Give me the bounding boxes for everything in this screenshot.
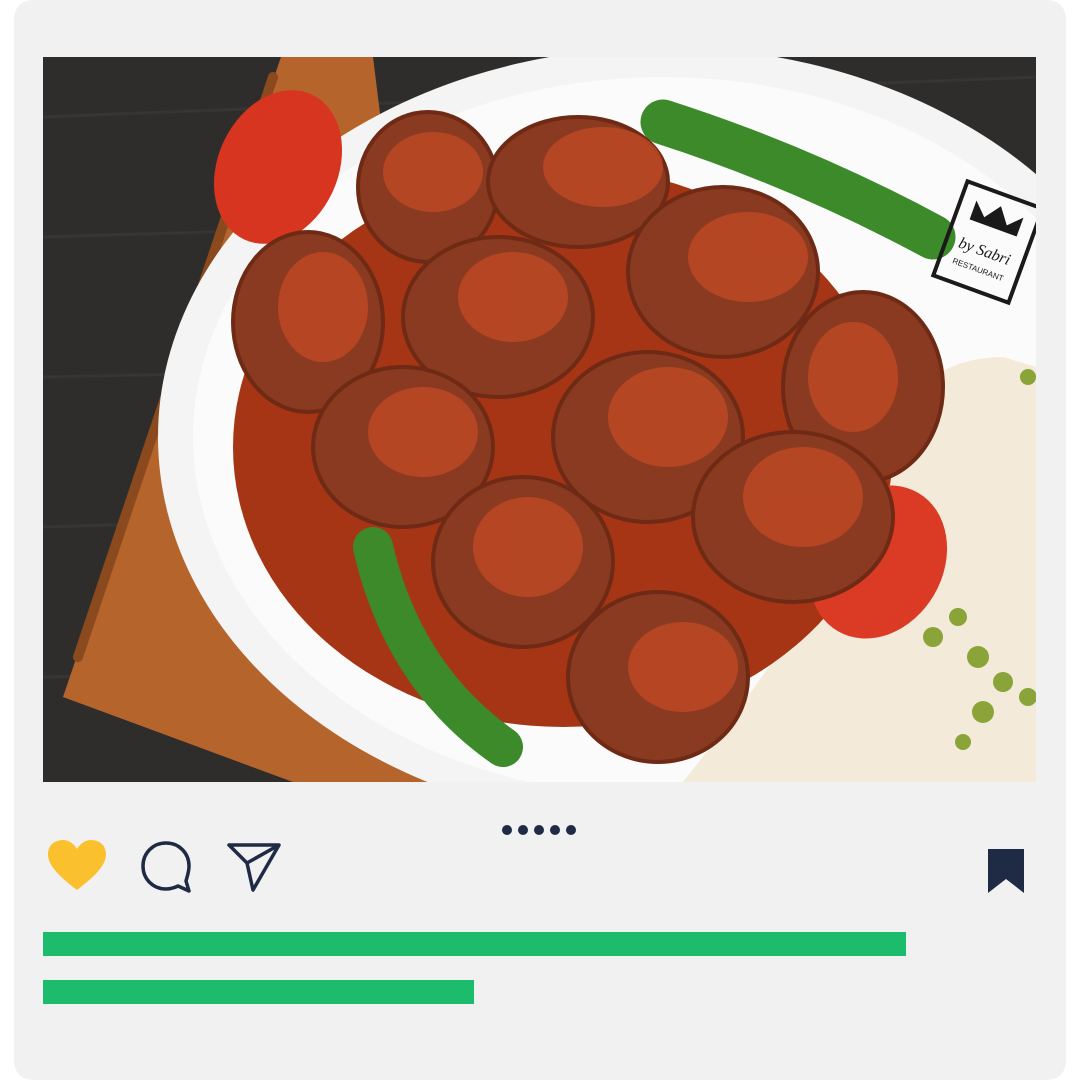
comment-button[interactable] <box>140 841 192 893</box>
carousel-dot[interactable] <box>518 825 528 835</box>
post-photo[interactable]: by Sabri RESTAURANT <box>43 57 1036 782</box>
carousel-dot[interactable] <box>550 825 560 835</box>
share-button[interactable] <box>226 841 282 893</box>
comment-icon <box>141 841 191 893</box>
heart-icon <box>48 840 106 890</box>
carousel-dot[interactable] <box>566 825 576 835</box>
carousel-dot[interactable] <box>534 825 544 835</box>
send-icon <box>227 843 281 892</box>
like-button[interactable] <box>48 840 106 892</box>
caption-line-bar <box>43 980 474 1004</box>
bookmark-icon <box>988 849 1024 893</box>
save-button[interactable] <box>986 847 1026 895</box>
carousel-dot[interactable] <box>502 825 512 835</box>
caption-line-bar <box>43 932 906 956</box>
carousel-indicator <box>502 825 576 835</box>
